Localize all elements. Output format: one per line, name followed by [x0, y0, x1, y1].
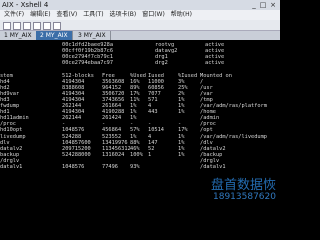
terminal-cell: 93% — [130, 164, 140, 170]
session-tabs: 1 MY_AIX 2 MY_AIX 3 MY_AIX — [0, 31, 280, 40]
paste-icon[interactable] — [43, 22, 51, 30]
tab-session-1[interactable]: 1 MY_AIX — [0, 31, 37, 40]
terminal-cell: 524288000 — [62, 151, 91, 158]
terminal-cell: 100% — [130, 151, 143, 158]
terminal-cell: 1 — [148, 151, 152, 158]
menu-tabs[interactable]: 选项卡(B) — [109, 10, 136, 20]
toolbar — [0, 20, 280, 31]
terminal-cell: datalv1 — [0, 164, 23, 170]
open-icon[interactable] — [13, 22, 21, 30]
maximize-icon[interactable]: □ — [259, 1, 267, 9]
terminal-cell: 1% — [178, 151, 185, 158]
menu-view[interactable]: 查看(V) — [56, 10, 77, 20]
close-icon[interactable]: × — [269, 1, 277, 9]
menu-tools[interactable]: 工具(T) — [83, 10, 103, 20]
terminal-cell: 443 — [148, 109, 158, 116]
new-session-icon[interactable] — [3, 22, 11, 30]
menu-edit[interactable]: 编辑(E) — [30, 10, 50, 20]
save-icon[interactable] — [23, 22, 31, 30]
terminal-cell: /datalv1 — [200, 164, 226, 170]
search-icon[interactable] — [53, 22, 61, 30]
tab-session-2[interactable]: 2 MY_AIX — [36, 31, 73, 40]
tab-session-3[interactable]: 3 MY_AIX — [74, 31, 111, 40]
terminal-cell: drg2 — [155, 60, 168, 67]
menu-window[interactable]: 窗口(W) — [142, 10, 165, 20]
terminal-cell: active — [205, 60, 225, 67]
terminal-cell: 00ce2794ebaa7c97 — [62, 60, 114, 67]
terminal-cell: 1316024 — [102, 151, 125, 158]
window-titlebar: AIX - Xshell 4 _ □ × — [0, 0, 280, 10]
terminal-cell: Mounted on — [200, 72, 232, 79]
copy-icon[interactable] — [33, 22, 41, 30]
menu-help[interactable]: 帮助(H) — [171, 10, 192, 20]
terminal-cell: 1% — [178, 109, 185, 116]
minimize-icon[interactable]: _ — [250, 1, 258, 9]
menu-file[interactable]: 文件(F) — [4, 10, 24, 20]
menu-bar: 文件(F) 编辑(E) 查看(V) 工具(T) 选项卡(B) 窗口(W) 帮助(… — [0, 10, 280, 20]
terminal-cell: 1048576 — [62, 164, 85, 170]
terminal-cell: 77496 — [102, 164, 118, 170]
watermark-phone: 18913587620 — [213, 192, 276, 202]
window-title: AIX - Xshell 4 — [2, 1, 49, 9]
watermark-text: 盘首数据恢 — [210, 178, 276, 193]
